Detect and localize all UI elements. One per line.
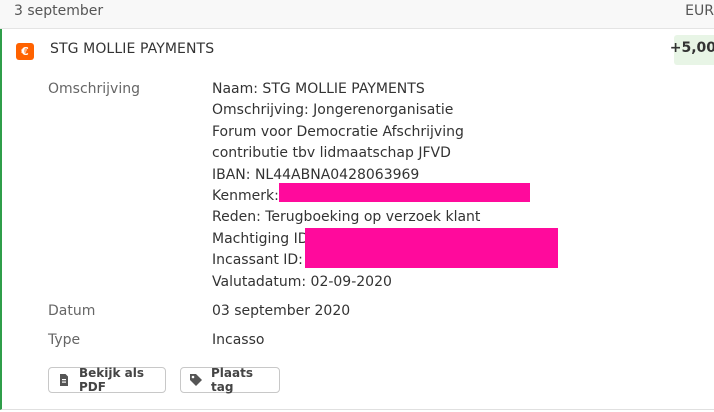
- redaction-bar: [279, 183, 530, 202]
- description-line: Forum voor Democratie Afschrijving: [212, 123, 464, 140]
- description-line: contributie tbv lidmaatschap JFVD: [212, 145, 451, 162]
- euro-icon: €: [16, 43, 34, 60]
- view-pdf-label: Bekijk als PDF: [79, 366, 145, 394]
- date-header: 3 september EUR: [0, 0, 714, 29]
- description-line: Naam: STG MOLLIE PAYMENTS: [212, 81, 425, 97]
- tag-icon: [189, 373, 203, 387]
- amount-badge: +5,00: [670, 35, 714, 65]
- date-field-label: Datum: [48, 303, 96, 319]
- date-field-value: 03 september 2020: [212, 303, 351, 319]
- view-pdf-button[interactable]: Bekijk als PDF: [48, 366, 166, 394]
- date-label: 3 september: [14, 3, 104, 19]
- add-tag-label: Plaats tag: [211, 366, 253, 394]
- transaction-name[interactable]: STG MOLLIE PAYMENTS: [50, 41, 214, 57]
- document-icon: [57, 373, 71, 387]
- description-line: Omschrijving: Jongerenorganisatie: [212, 102, 454, 119]
- type-field-value: Incasso: [212, 332, 265, 348]
- transaction-card: € STG MOLLIE PAYMENTS +5,00 Omschrijving…: [0, 29, 714, 410]
- description-line: Valutadatum: 02-09-2020: [212, 273, 392, 290]
- redaction-bar: [305, 228, 558, 268]
- description-label: Omschrijving: [48, 81, 140, 97]
- type-field-label: Type: [48, 332, 81, 348]
- amount-value: +5,00: [669, 40, 714, 56]
- currency-label: EUR: [685, 3, 714, 19]
- description-line: Reden: Terugboeking op verzoek klant: [212, 209, 481, 226]
- add-tag-button[interactable]: Plaats tag: [180, 366, 280, 394]
